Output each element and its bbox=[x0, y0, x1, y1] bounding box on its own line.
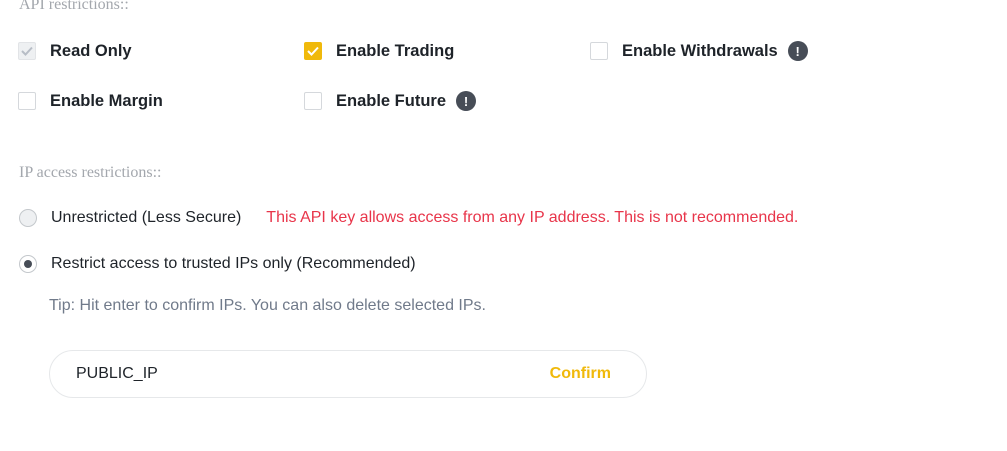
enable-future-checkbox[interactable] bbox=[304, 92, 322, 110]
checkmark-icon bbox=[307, 46, 319, 56]
perm-enable-margin[interactable]: Enable Margin bbox=[18, 90, 163, 112]
read-only-label: Read Only bbox=[50, 41, 132, 60]
enable-margin-checkbox[interactable] bbox=[18, 92, 36, 110]
info-icon[interactable]: ! bbox=[456, 91, 477, 111]
option-unrestricted[interactable]: Unrestricted (Less Secure) This API key … bbox=[19, 207, 798, 229]
enable-margin-label: Enable Margin bbox=[50, 91, 163, 110]
restrict-trusted-label: Restrict access to trusted IPs only (Rec… bbox=[51, 255, 416, 272]
radio-selected-dot bbox=[24, 260, 32, 268]
ip-restrictions-title: IP access restrictions:: bbox=[19, 164, 162, 181]
info-icon[interactable]: ! bbox=[787, 41, 808, 61]
api-key-settings: API restrictions:: Read Only Enable Trad… bbox=[0, 0, 1007, 451]
unrestricted-warning: This API key allows access from any IP a… bbox=[266, 209, 799, 226]
checkmark-icon bbox=[21, 46, 33, 56]
restrict-trusted-radio[interactable] bbox=[19, 255, 37, 273]
option-restrict-trusted[interactable]: Restrict access to trusted IPs only (Rec… bbox=[19, 253, 416, 275]
enable-trading-label: Enable Trading bbox=[336, 41, 455, 60]
ip-input-container: Confirm bbox=[49, 350, 647, 398]
perm-enable-trading[interactable]: Enable Trading bbox=[304, 40, 454, 62]
read-only-checkbox[interactable] bbox=[18, 42, 36, 60]
enable-trading-checkbox[interactable] bbox=[304, 42, 322, 60]
perm-enable-withdrawals[interactable]: Enable Withdrawals ! bbox=[590, 40, 808, 62]
enable-withdrawals-checkbox[interactable] bbox=[590, 42, 608, 60]
confirm-button[interactable]: Confirm bbox=[550, 365, 611, 383]
perm-enable-future[interactable]: Enable Future ! bbox=[304, 90, 477, 112]
api-restrictions-title: API restrictions:: bbox=[19, 0, 129, 13]
unrestricted-label: Unrestricted (Less Secure) bbox=[51, 209, 242, 226]
enable-future-label: Enable Future bbox=[336, 91, 447, 110]
unrestricted-radio[interactable] bbox=[19, 209, 37, 227]
ip-input[interactable] bbox=[76, 365, 496, 383]
enable-withdrawals-label: Enable Withdrawals bbox=[622, 41, 778, 60]
ip-tip-text: Tip: Hit enter to confirm IPs. You can a… bbox=[49, 297, 486, 314]
perm-read-only[interactable]: Read Only bbox=[18, 40, 132, 62]
